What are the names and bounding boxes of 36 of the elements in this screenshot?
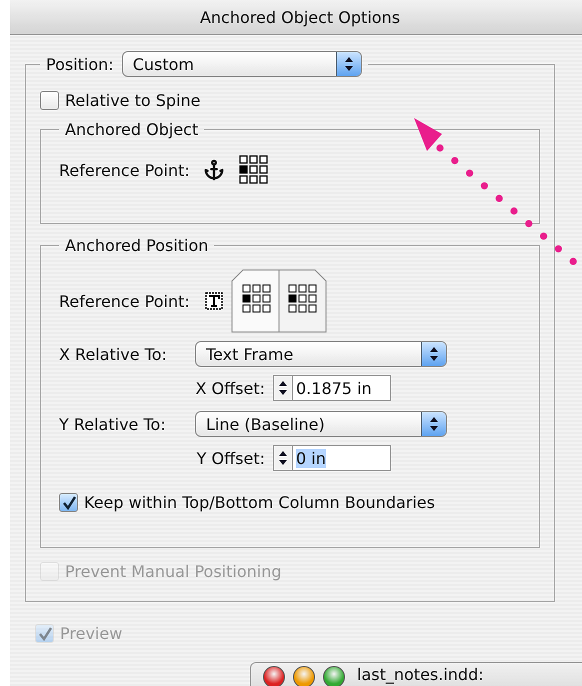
text-frame-icon <box>205 292 223 310</box>
window-title: last_notes.indd: <box>357 666 484 684</box>
reference-point-grid-icon[interactable] <box>239 155 269 185</box>
spread-pages-drawing[interactable] <box>231 269 327 333</box>
offset-field[interactable]: 0 in <box>293 445 391 471</box>
offset-field[interactable]: 0.1875 in <box>293 375 391 401</box>
stepper-arrows-icon <box>429 416 439 432</box>
zoom-icon[interactable] <box>323 666 345 686</box>
checkbox[interactable] <box>40 91 59 110</box>
checkbox-label: Relative to Spine <box>65 91 200 110</box>
offset-label: X Offset: <box>194 378 266 398</box>
y-relative-label: Y Relative To: <box>59 414 167 434</box>
y-relative-dropdown[interactable]: Line (Baseline) <box>195 411 447 437</box>
checkbox-label: Preview <box>60 624 122 643</box>
reference-point-label: Reference Point: <box>59 160 191 180</box>
offset-label: Y Offset: <box>196 448 266 468</box>
position-label: Position: <box>46 54 114 74</box>
stepper-arrows-icon <box>278 380 288 396</box>
group-title: Anchored Object <box>64 120 200 139</box>
window-title: Anchored Object Options <box>200 8 400 26</box>
stepper-button[interactable] <box>273 445 293 471</box>
checkbox-label: Prevent Manual Positioning <box>65 562 282 581</box>
x-relative-dropdown[interactable]: Text Frame <box>195 341 447 367</box>
checkbox[interactable] <box>59 493 78 512</box>
close-icon[interactable] <box>263 666 285 686</box>
stepper-arrows-icon <box>429 346 439 362</box>
x-relative-label: X Relative To: <box>59 344 168 364</box>
anchor-icon <box>203 159 225 181</box>
stepper-button[interactable] <box>273 375 293 401</box>
stepper-arrows-icon <box>278 450 288 466</box>
minimize-icon[interactable] <box>293 666 315 686</box>
reference-point-label: Reference Point: <box>59 292 191 310</box>
stepper-arrows-icon <box>344 56 354 72</box>
group-title: Anchored Position <box>64 236 210 255</box>
checkbox-label: Keep within Top/Bottom Column Boundaries <box>84 493 435 512</box>
position-dropdown[interactable]: Custom <box>122 51 362 77</box>
